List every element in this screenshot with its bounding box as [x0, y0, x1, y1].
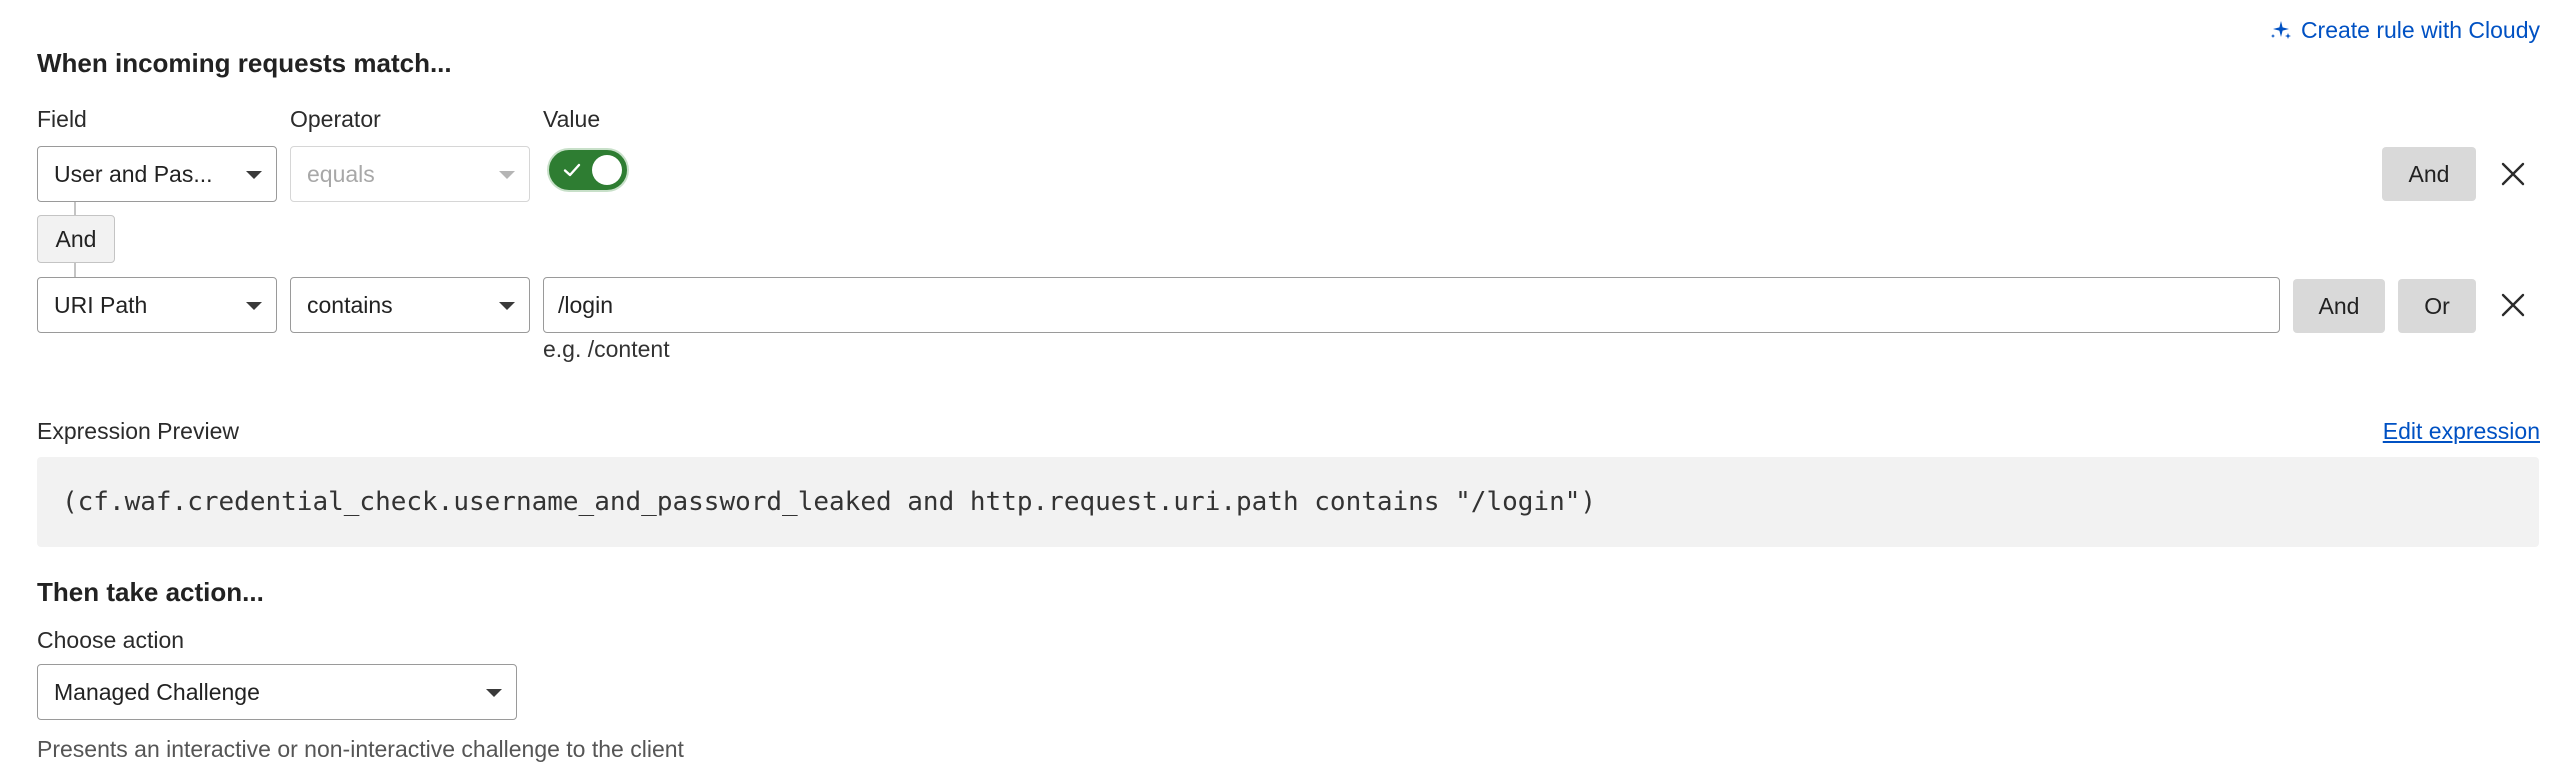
create-rule-with-cloudy-label: Create rule with Cloudy: [2300, 17, 2540, 43]
connector-line: [74, 262, 76, 278]
action-select[interactable]: Managed Challenge: [37, 664, 517, 720]
row2-or-button[interactable]: Or: [2398, 279, 2476, 333]
column-label-operator: Operator: [290, 106, 381, 132]
expression-preview-label: Expression Preview: [37, 418, 239, 444]
create-rule-with-cloudy-link[interactable]: Create rule with Cloudy: [2269, 17, 2540, 44]
row1-field-select[interactable]: User and Pas...: [37, 146, 277, 202]
row-joiner-and-button[interactable]: And: [37, 215, 115, 263]
rule-builder: When incoming requests match... Create r…: [0, 0, 2576, 784]
chevron-down-icon: [246, 302, 262, 310]
action-description: Presents an interactive or non-interacti…: [37, 736, 684, 762]
row2-operator-value: contains: [307, 291, 393, 318]
row2-and-button[interactable]: And: [2293, 279, 2385, 333]
row1-operator-value: equals: [307, 160, 375, 187]
row2-field-value: URI Path: [54, 291, 148, 318]
row2-value-hint: e.g. /content: [543, 336, 670, 362]
chevron-down-icon: [246, 171, 262, 179]
action-select-value: Managed Challenge: [54, 678, 260, 705]
column-label-value: Value: [543, 106, 601, 132]
row2-value-input[interactable]: [543, 277, 2280, 333]
row1-value-toggle[interactable]: [549, 150, 627, 190]
toggle-knob: [592, 155, 622, 185]
expression-preview-box: (cf.waf.credential_check.username_and_pa…: [37, 457, 2539, 547]
row2-remove-close-icon[interactable]: [2500, 292, 2526, 318]
column-label-field: Field: [37, 106, 87, 132]
chevron-down-icon: [499, 302, 515, 310]
sparkle-icon: [2270, 20, 2291, 39]
row1-operator-select: equals: [290, 146, 530, 202]
chevron-down-icon: [499, 171, 515, 179]
row1-field-value: User and Pas...: [54, 160, 213, 187]
row1-and-button[interactable]: And: [2382, 147, 2476, 201]
row1-remove-close-icon[interactable]: [2500, 161, 2526, 187]
edit-expression-link[interactable]: Edit expression: [2383, 418, 2540, 445]
check-icon: [563, 163, 581, 177]
chevron-down-icon: [486, 689, 502, 697]
choose-action-label: Choose action: [37, 627, 185, 653]
section-title-action: Then take action...: [37, 577, 264, 607]
row2-field-select[interactable]: URI Path: [37, 277, 277, 333]
row2-operator-select[interactable]: contains: [290, 277, 530, 333]
section-title-match: When incoming requests match...: [37, 48, 452, 78]
